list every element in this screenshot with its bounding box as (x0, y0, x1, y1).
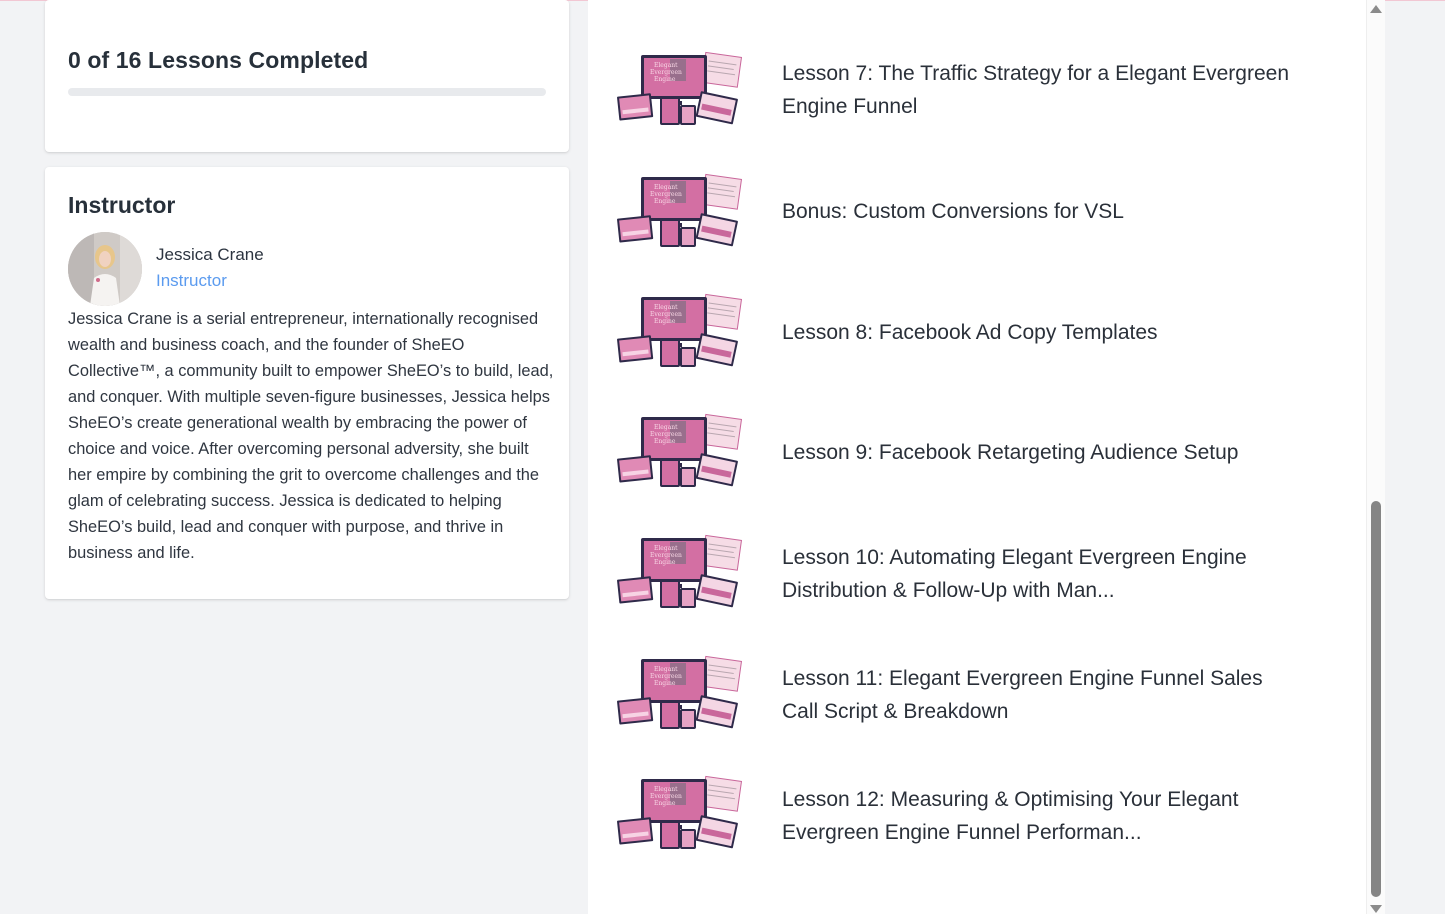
svg-text:Engine: Engine (654, 76, 676, 83)
lesson-item[interactable]: Elegant Evergreen Engine Lesson 8: Faceb… (588, 283, 1366, 383)
svg-text:Evergreen: Evergreen (650, 191, 682, 198)
lesson-item[interactable]: Elegant Evergreen Engine Lesson 12: Meas… (588, 766, 1366, 866)
course-thumbnail-icon: Elegant Evergreen Engine (614, 775, 743, 851)
progress-card: 0 of 16 Lessons Completed (45, 0, 569, 152)
svg-text:Evergreen: Evergreen (650, 552, 682, 559)
lesson-title[interactable]: Lesson 8: Facebook Ad Copy Templates (782, 317, 1302, 350)
lesson-item[interactable]: Elegant Evergreen Engine Lesson 10: Auto… (588, 524, 1366, 624)
svg-text:Elegant: Elegant (654, 304, 678, 311)
instructor-heading: Instructor (68, 192, 176, 218)
course-thumbnail-icon: Elegant Evergreen Engine (614, 293, 743, 369)
lesson-list: Elegant Evergreen Engine Lesson 7: The T… (588, 0, 1366, 914)
scroll-down-arrow-icon[interactable] (1370, 905, 1382, 913)
svg-text:Engine: Engine (654, 559, 676, 566)
course-thumbnail-icon: Elegant Evergreen Engine (614, 413, 743, 489)
svg-text:Elegant: Elegant (654, 62, 678, 69)
scroll-up-arrow-icon[interactable] (1370, 5, 1382, 13)
lesson-title[interactable]: Lesson 11: Elegant Evergreen Engine Funn… (782, 663, 1302, 728)
svg-text:Engine: Engine (654, 438, 676, 445)
svg-text:Evergreen: Evergreen (650, 69, 682, 76)
lesson-item[interactable]: Elegant Evergreen Engine Lesson 11: Eleg… (588, 645, 1366, 745)
progress-bar (68, 88, 546, 96)
scrollbar-thumb[interactable] (1371, 501, 1381, 897)
instructor-role-link[interactable]: Instructor (156, 271, 227, 291)
svg-text:Engine: Engine (654, 318, 676, 325)
lesson-title[interactable]: Lesson 7: The Traffic Strategy for a Ele… (782, 58, 1302, 123)
svg-text:Evergreen: Evergreen (650, 431, 682, 438)
scrollbar[interactable] (1366, 0, 1385, 914)
lesson-title[interactable]: Bonus: Custom Conversions for VSL (782, 196, 1302, 229)
svg-text:Evergreen: Evergreen (650, 793, 682, 800)
svg-text:Elegant: Elegant (654, 545, 678, 552)
lesson-title[interactable]: Lesson 10: Automating Elegant Evergreen … (782, 542, 1302, 607)
avatar (68, 232, 142, 306)
instructor-name: Jessica Crane (156, 245, 264, 264)
course-thumbnail-icon: Elegant Evergreen Engine (614, 655, 743, 731)
course-thumbnail-icon: Elegant Evergreen Engine (614, 51, 743, 127)
svg-text:Evergreen: Evergreen (650, 673, 682, 680)
lesson-item[interactable]: Elegant Evergreen Engine Lesson 9: Faceb… (588, 403, 1366, 503)
svg-text:Engine: Engine (654, 680, 676, 687)
svg-text:Engine: Engine (654, 800, 676, 807)
instructor-card: Instructor Jessica Crane Instructor Jess… (45, 167, 569, 599)
svg-text:Elegant: Elegant (654, 666, 678, 673)
course-thumbnail-icon: Elegant Evergreen Engine (614, 173, 743, 249)
svg-text:Elegant: Elegant (654, 786, 678, 793)
instructor-bio: Jessica Crane is a serial entrepreneur, … (68, 310, 554, 562)
lesson-title[interactable]: Lesson 9: Facebook Retargeting Audience … (782, 437, 1302, 470)
svg-text:Elegant: Elegant (654, 184, 678, 191)
svg-text:Evergreen: Evergreen (650, 311, 682, 318)
svg-text:Engine: Engine (654, 198, 676, 205)
course-thumbnail-icon: Elegant Evergreen Engine (614, 534, 743, 610)
lesson-item[interactable]: Elegant Evergreen Engine Bonus: Custom C… (588, 162, 1366, 262)
svg-text:Elegant: Elegant (654, 424, 678, 431)
lesson-item[interactable]: Elegant Evergreen Engine Lesson 7: The T… (588, 40, 1366, 140)
progress-text: 0 of 16 Lessons Completed (68, 47, 369, 73)
lesson-title[interactable]: Lesson 12: Measuring & Optimising Your E… (782, 784, 1302, 849)
